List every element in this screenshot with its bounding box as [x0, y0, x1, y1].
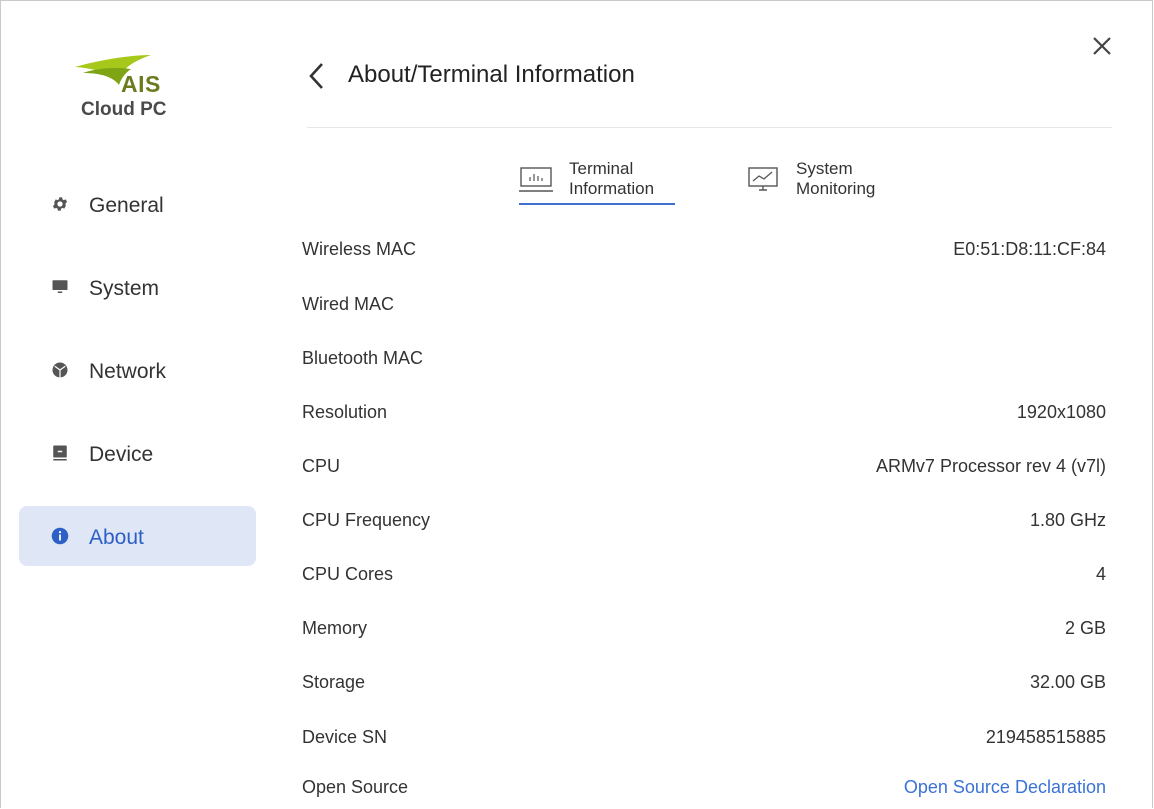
- logo-brand-text: AIS: [121, 71, 161, 97]
- info-row-cpu: CPU ARMv7 Processor rev 4 (v7l): [302, 456, 1106, 480]
- info-value: 4: [1095, 564, 1106, 584]
- open-source-declaration-link[interactable]: Open Source Declaration: [904, 777, 1106, 798]
- info-key: Wired MAC: [302, 294, 395, 314]
- sidebar-item-label: System: [89, 277, 160, 300]
- monitor-icon: [52, 280, 68, 293]
- info-row-cpu-cores: CPU Cores 4: [302, 564, 1106, 588]
- sidebar-item-device[interactable]: Device: [19, 423, 256, 483]
- device-icon: [53, 445, 67, 461]
- header-divider: [307, 127, 1112, 128]
- info-value: 1920x1080: [1016, 402, 1106, 422]
- sidebar-item-network[interactable]: Network: [19, 340, 256, 400]
- info-row-memory: Memory 2 GB: [302, 618, 1106, 642]
- info-row-storage: Storage 32.00 GB: [302, 672, 1106, 696]
- tab-label: System Monitoring: [796, 159, 875, 199]
- info-key: Bluetooth MAC: [302, 348, 424, 368]
- info-key: Memory: [302, 618, 368, 638]
- sidebar-nav: General System Network Device About: [19, 174, 256, 589]
- monitor-chart-icon: [748, 167, 778, 191]
- info-row-open-source: Open Source Open Source Declaration: [302, 777, 1106, 801]
- logo-product-text: Cloud PC: [81, 99, 167, 120]
- chevron-left-icon[interactable]: [304, 61, 328, 91]
- sidebar-item-label: Device: [89, 443, 154, 466]
- settings-window: AIS Cloud PC General System Network Devi…: [0, 0, 1153, 808]
- info-row-bluetooth-mac: Bluetooth MAC: [302, 348, 1106, 372]
- info-key: CPU Cores: [302, 564, 394, 584]
- info-value: 2 GB: [1064, 618, 1106, 638]
- info-key: CPU Frequency: [302, 510, 431, 530]
- network-globe-icon: [52, 362, 68, 378]
- info-value: E0:51:D8:11:CF:84: [953, 239, 1106, 259]
- info-row-resolution: Resolution 1920x1080: [302, 402, 1106, 426]
- tab-selected-indicator: [519, 203, 675, 205]
- info-value: 1.80 GHz: [1029, 510, 1106, 530]
- tab-label: Terminal Information: [569, 159, 654, 199]
- tab-label-line2: Monitoring: [796, 179, 876, 198]
- info-row-device-sn: Device SN 219458515885: [302, 727, 1106, 751]
- tab-label-line1: Terminal: [569, 159, 634, 178]
- tab-label-line2: Information: [569, 179, 655, 198]
- ais-logo: AIS Cloud PC: [73, 53, 193, 133]
- info-row-cpu-frequency: CPU Frequency 1.80 GHz: [302, 510, 1106, 534]
- sidebar-item-label: General: [89, 194, 164, 217]
- sidebar-item-general[interactable]: General: [19, 174, 256, 234]
- info-value: ARMv7 Processor rev 4 (v7l): [875, 456, 1106, 476]
- sidebar-item-about[interactable]: About: [19, 506, 256, 566]
- tab-label-line1: System: [796, 159, 853, 178]
- info-key: Wireless MAC: [302, 239, 417, 259]
- info-key: Open Source: [302, 777, 409, 797]
- close-icon[interactable]: [1091, 35, 1113, 57]
- info-key: CPU: [302, 456, 341, 476]
- info-value: 32.00 GB: [1029, 672, 1106, 692]
- sidebar-item-label: About: [89, 526, 144, 549]
- info-row-wireless-mac: Wireless MAC E0:51:D8:11:CF:84: [302, 239, 1106, 263]
- info-icon: [51, 527, 69, 545]
- gear-icon: [52, 197, 68, 211]
- info-value: 219458515885: [985, 727, 1106, 747]
- chart-icon: [519, 167, 553, 192]
- sidebar-item-label: Network: [89, 360, 167, 383]
- page-title: About/Terminal Information: [348, 61, 635, 88]
- info-key: Storage: [302, 672, 366, 692]
- tab-system-monitoring[interactable]: System Monitoring: [746, 159, 906, 209]
- sidebar-item-system[interactable]: System: [19, 257, 256, 317]
- info-key: Device SN: [302, 727, 388, 747]
- info-key: Resolution: [302, 402, 388, 422]
- tab-terminal-information[interactable]: Terminal Information: [519, 159, 679, 209]
- info-row-wired-mac: Wired MAC: [302, 294, 1106, 318]
